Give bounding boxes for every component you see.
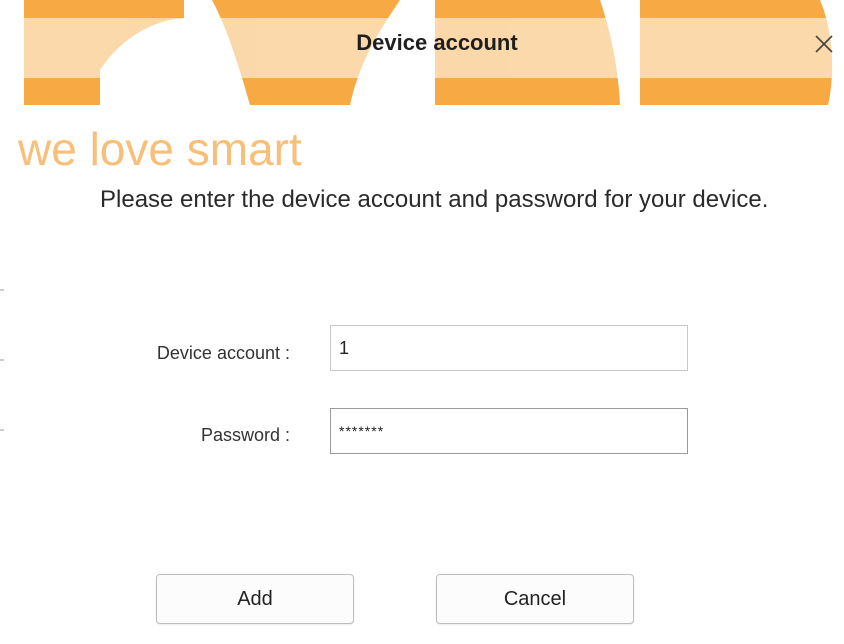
cancel-button[interactable]: Cancel [436, 574, 634, 624]
instructions-text: Please enter the device account and pass… [100, 186, 769, 213]
dialog-title: Device account [356, 30, 518, 55]
password-label: Password : [200, 425, 290, 445]
add-button[interactable]: Add [156, 574, 354, 624]
close-button[interactable] [806, 26, 842, 62]
device-account-input[interactable] [330, 325, 688, 371]
device-account-dialog: Device account Please enter the device a… [0, 0, 844, 644]
password-input[interactable] [330, 408, 688, 454]
dialog-titlebar: Device account [0, 0, 844, 92]
device-account-label: Device account : [156, 343, 290, 363]
close-icon [815, 35, 833, 53]
